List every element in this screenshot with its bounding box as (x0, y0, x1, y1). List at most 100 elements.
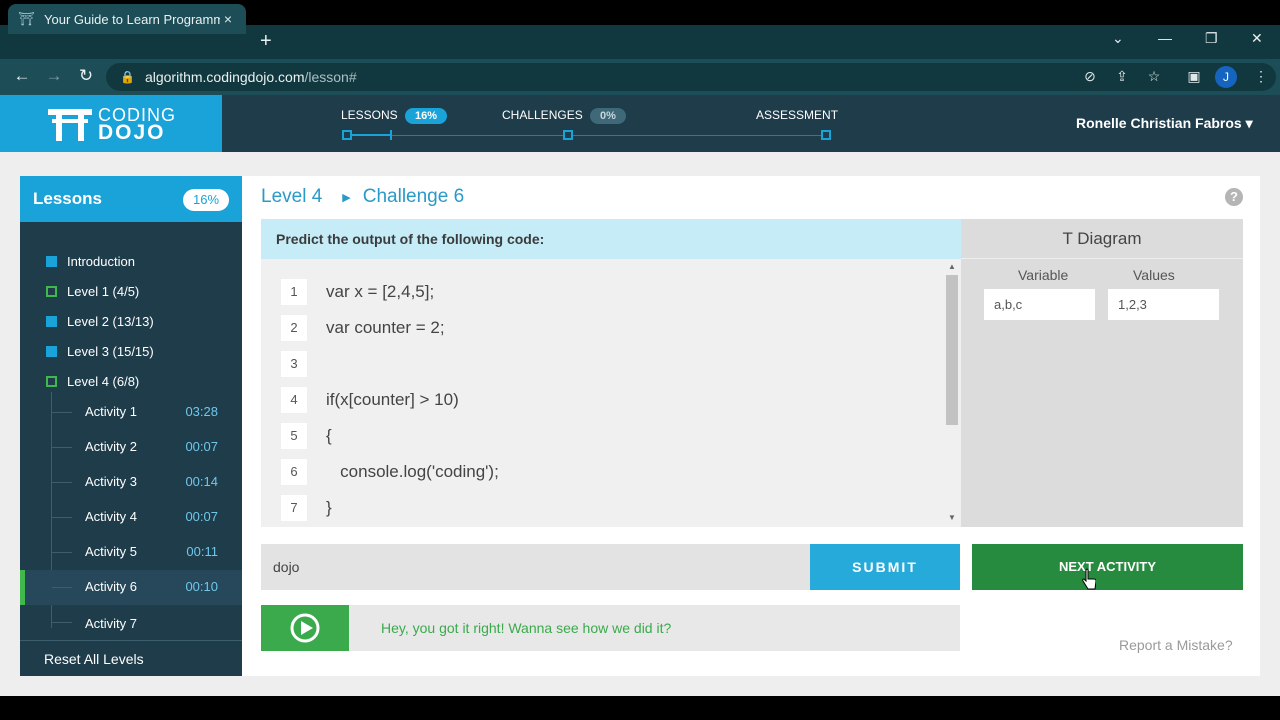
caret-right-icon: ▶ (342, 191, 351, 204)
status-square-icon (46, 316, 57, 327)
activity-item-6[interactable]: Activity 6 00:10 (20, 570, 242, 605)
line-number: 2 (281, 315, 307, 341)
activity-item-2[interactable]: Activity 2 00:07 (20, 430, 242, 465)
activity-name: Activity 7 (85, 616, 138, 631)
help-icon[interactable]: ? (1225, 188, 1243, 206)
activity-time: 00:11 (186, 544, 218, 559)
progress-track-fill (347, 134, 391, 136)
sidebar-item-label: Level 1 (4/5) (67, 284, 140, 299)
activity-time: 00:07 (185, 509, 218, 524)
minimize-icon[interactable]: — (1158, 30, 1172, 46)
activity-time: 00:10 (185, 579, 218, 594)
t-diagram (961, 219, 1243, 527)
line-number: 3 (281, 351, 307, 377)
activity-name: Activity 6 (85, 579, 138, 594)
nav-lessons[interactable]: LESSONS 16% (341, 108, 448, 124)
activity-item-7[interactable]: Activity 7 (20, 605, 242, 640)
sidebar-item-introduction[interactable]: Introduction (46, 254, 135, 269)
nav-challenges[interactable]: CHALLENGES 0% (502, 108, 626, 124)
new-tab-button[interactable]: + (260, 30, 272, 52)
tree-branch (52, 552, 72, 553)
sidebar-item-level-3[interactable]: Level 3 (15/15) (46, 344, 154, 359)
scroll-down-icon[interactable]: ▼ (948, 513, 956, 522)
coding-dojo-logo[interactable]: CODING DOJO (0, 95, 222, 152)
sidebar-item-level-2[interactable]: Level 2 (13/13) (46, 314, 154, 329)
sidebar-item-level-4[interactable]: Level 4 (6/8) (46, 374, 139, 389)
sidebar-item-label: Level 4 (6/8) (67, 374, 140, 389)
lock-icon: 🔒 (120, 70, 135, 84)
address-bar[interactable]: 🔒 algorithm.codingdojo.com/lesson# (106, 63, 1276, 91)
prompt-text: Predict the output of the following code… (276, 231, 545, 247)
activity-name: Activity 1 (85, 404, 138, 419)
next-activity-button[interactable]: NEXT ACTIVITY (972, 544, 1243, 590)
progress-node-assessment (821, 130, 831, 140)
activity-item-4[interactable]: Activity 4 00:07 (20, 500, 242, 535)
play-circle-icon (290, 613, 320, 643)
tree-branch (52, 517, 72, 518)
forward-icon[interactable]: → (44, 66, 64, 86)
feedback-banner: Hey, you got it right! Wanna see how we … (261, 605, 960, 651)
status-square-icon (46, 256, 57, 267)
user-menu[interactable]: Ronelle Christian Fabros ▾ (1076, 115, 1253, 132)
side-panel-icon[interactable]: ▣ (1185, 68, 1203, 85)
code-text: if(x[counter] > 10) (326, 390, 459, 409)
active-indicator (20, 570, 25, 605)
profile-avatar[interactable]: J (1215, 66, 1237, 88)
activity-item-3[interactable]: Activity 3 00:14 (20, 465, 242, 500)
feedback-text[interactable]: Hey, you got it right! Wanna see how we … (381, 620, 671, 636)
code-line: 7 } (281, 495, 332, 521)
nav-lessons-label: LESSONS (341, 108, 398, 122)
restore-icon[interactable]: ❐ (1205, 30, 1218, 47)
back-icon[interactable]: ← (12, 66, 32, 86)
line-number: 1 (281, 279, 307, 305)
tab-search-icon[interactable]: ⌄ (1112, 30, 1124, 47)
share-icon[interactable]: ⇪ (1113, 68, 1131, 85)
breadcrumb-level[interactable]: Level 4 (261, 186, 322, 208)
logo-text: CODING DOJO (98, 106, 176, 143)
watch-solution-button[interactable] (261, 605, 349, 651)
nav-assessment[interactable]: ASSESSMENT (756, 108, 838, 122)
browser-tab[interactable]: ⛩ Your Guide to Learn Programmin × (8, 4, 246, 34)
t-diagram-title: T Diagram (1062, 229, 1142, 248)
activity-item-5[interactable]: Activity 5 00:11 (20, 535, 242, 570)
tree-branch (52, 447, 72, 448)
tree-branch (52, 412, 72, 413)
progress-marker (390, 130, 392, 140)
sidebar-item-level-1[interactable]: Level 1 (4/5) (46, 284, 139, 299)
url-host: algorithm.codingdojo.com (144, 69, 305, 85)
hand-cursor-icon (1082, 568, 1096, 590)
activity-name: Activity 2 (85, 439, 138, 454)
window-close-icon[interactable]: ✕ (1251, 30, 1263, 47)
activity-time: 03:28 (185, 404, 218, 419)
progress-node-lessons (342, 130, 352, 140)
code-text: } (326, 498, 332, 517)
reload-icon[interactable]: ↻ (76, 66, 96, 86)
scroll-thumb[interactable] (946, 275, 958, 425)
code-line: 3 (281, 351, 326, 377)
variable-input[interactable]: a,b,c (984, 289, 1095, 320)
submit-button[interactable]: SUBMIT (810, 544, 960, 590)
tree-branch (52, 482, 72, 483)
line-number: 4 (281, 387, 307, 413)
line-number: 7 (281, 495, 307, 521)
answer-input[interactable]: dojo (261, 544, 810, 590)
activity-item-1[interactable]: Activity 1 03:28 (20, 395, 242, 430)
reset-all-levels-button[interactable]: Reset All Levels (20, 640, 242, 676)
nav-assessment-label: ASSESSMENT (756, 108, 839, 122)
answer-value: dojo (273, 559, 300, 575)
report-mistake-link[interactable]: Report a Mistake? (1119, 637, 1233, 653)
values-input[interactable]: 1,2,3 (1108, 289, 1219, 320)
scroll-up-icon[interactable]: ▲ (948, 262, 956, 271)
eye-off-icon[interactable]: ⊘ (1081, 68, 1099, 85)
activity-time: 00:07 (185, 439, 218, 454)
sidebar-percent-badge: 16% (183, 189, 229, 211)
code-scrollbar[interactable]: ▲ ▼ (945, 262, 959, 524)
tab-close-icon[interactable]: × (220, 11, 236, 27)
code-line: 1 var x = [2,4,5]; (281, 279, 434, 305)
code-text: console.log('coding'); (326, 462, 499, 481)
kebab-menu-icon[interactable]: ⋮ (1252, 68, 1270, 85)
progress-node-challenges (563, 130, 573, 140)
bookmark-star-icon[interactable]: ☆ (1145, 68, 1163, 85)
lessons-percent-badge: 16% (405, 108, 448, 124)
code-viewer: 1 var x = [2,4,5]; 2 var counter = 2; 3 … (261, 259, 961, 527)
